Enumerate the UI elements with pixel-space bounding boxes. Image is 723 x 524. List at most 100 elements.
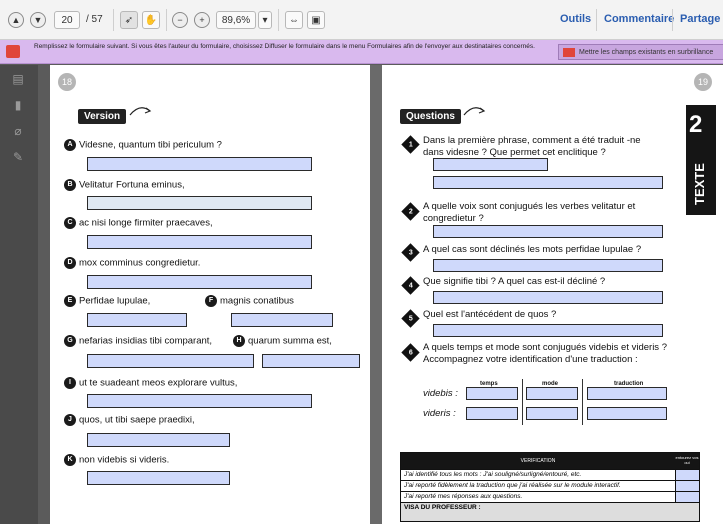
separator: [278, 9, 279, 31]
fit-width-icon[interactable]: ⇔: [285, 11, 303, 29]
zoom-input[interactable]: 89,6%: [216, 11, 256, 29]
page-number: 18: [58, 73, 76, 91]
answer-field-c[interactable]: [87, 235, 312, 249]
attachment-icon[interactable]: ⌀: [11, 125, 25, 137]
letter-i: I: [64, 377, 76, 389]
highlight-fields-button[interactable]: Mettre les champs existants en surbrilla…: [558, 44, 723, 60]
answer-field-f[interactable]: [231, 313, 333, 327]
latin-text: non videbis si videris.: [79, 454, 170, 466]
answer-field-q3[interactable]: [433, 259, 663, 272]
videbis-mode-field[interactable]: [526, 387, 578, 400]
page-current: 20: [61, 14, 73, 26]
answer-field-k[interactable]: [87, 471, 230, 485]
zoom-value: 89,6%: [221, 14, 251, 26]
left-page: 18 Version A Videsne, quantum tibi pericu…: [50, 65, 370, 524]
verif-checkbox[interactable]: [675, 469, 699, 480]
verif-checkbox[interactable]: [675, 480, 699, 491]
question-6: A quels temps et mode sont conjugués vid…: [423, 342, 667, 365]
pages-thumbnail-icon[interactable]: ▤: [11, 73, 25, 85]
separator: [166, 9, 167, 31]
texte-number: 2: [689, 111, 703, 138]
version-item-b: B Velitatur Fortuna eminus,: [64, 179, 185, 192]
page-total: / 57: [86, 14, 103, 25]
page-number-input[interactable]: 20: [54, 11, 80, 29]
separator: [596, 9, 597, 31]
question-4: Que signifie tibi ? A quel cas est-il dé…: [423, 276, 606, 287]
section-label-questions: Questions: [400, 109, 461, 124]
page-number: 19: [694, 73, 712, 91]
question-number-2: 2: [401, 202, 420, 221]
pdf-toolbar: ▲ ▼ 20 / 57 ➶ ✋ − + 89,6% ▾ ⇔ ▣ Outils C…: [0, 0, 723, 40]
answer-field-q2[interactable]: [433, 225, 663, 238]
select-tool-icon[interactable]: ➶: [120, 11, 138, 29]
tools-link[interactable]: Outils: [560, 13, 591, 25]
fit-page-icon[interactable]: ▣: [307, 11, 325, 29]
videris-traduction-field[interactable]: [587, 407, 667, 420]
question-number-1: 1: [401, 135, 420, 154]
answer-field-h[interactable]: [262, 354, 360, 368]
zoom-in-button[interactable]: +: [194, 12, 210, 28]
answer-field-i[interactable]: [87, 394, 312, 408]
row-videris: videris :: [423, 408, 456, 419]
row-videbis: videbis :: [423, 388, 458, 399]
zoom-out-button[interactable]: −: [172, 12, 188, 28]
version-item-h: Hquarum summa est,: [233, 335, 332, 348]
latin-text: ac nisi longe firmiter praecaves,: [79, 217, 213, 229]
videbis-temps-field[interactable]: [466, 387, 518, 400]
verif-row-text: J'ai reporté fidèlement la traduction qu…: [404, 482, 621, 489]
col-divider: [582, 379, 583, 425]
version-item-k: Knon videbis si videris.: [64, 454, 169, 467]
share-link[interactable]: Partage: [680, 13, 720, 25]
videbis-traduction-field[interactable]: [587, 387, 667, 400]
answer-field-q5[interactable]: [433, 324, 663, 337]
notice-text: Remplissez le formulaire suivant. Si vou…: [34, 43, 535, 50]
verif-row: J'ai reporté mes réponses aux questions.: [401, 491, 699, 502]
latin-text: magnis conatibus: [220, 295, 294, 307]
answer-field-g[interactable]: [87, 354, 254, 368]
version-item-g: Gnefarias insidias tibi comparant,: [64, 335, 212, 348]
previous-page-button[interactable]: ▲: [8, 12, 24, 28]
verif-row-text: J'ai reporté mes réponses aux questions.: [404, 493, 523, 500]
latin-text: Perfidae lupulae,: [79, 295, 151, 307]
version-item-e: E Perfidae lupulae,: [64, 295, 150, 308]
answer-field-d[interactable]: [87, 275, 312, 289]
signature-icon[interactable]: ✎: [11, 151, 25, 163]
verif-checkbox[interactable]: [675, 491, 699, 502]
highlight-icon: [563, 48, 575, 57]
videris-temps-field[interactable]: [466, 407, 518, 420]
answer-field-b[interactable]: [87, 196, 312, 210]
latin-text: ut te suadeant meos explorare vultus,: [79, 377, 238, 389]
form-notice-bar: Remplissez le formulaire suivant. Si vou…: [0, 40, 723, 64]
texte-label: TEXTE: [692, 163, 707, 205]
hand-tool-icon[interactable]: ✋: [142, 11, 160, 29]
answer-field-j[interactable]: [87, 433, 230, 447]
comment-link[interactable]: Commentaire: [604, 13, 674, 25]
col-divider: [522, 379, 523, 425]
verif-row: J'ai reporté fidèlement la traduction qu…: [401, 480, 699, 491]
answer-field-q1a[interactable]: [433, 158, 548, 171]
separator: [113, 9, 114, 31]
letter-d: D: [64, 257, 76, 269]
latin-text: mox comminus congredietur.: [79, 257, 201, 269]
zoom-dropdown-icon[interactable]: ▾: [258, 11, 272, 29]
answer-field-q4[interactable]: [433, 291, 663, 304]
question-number-5: 5: [401, 309, 420, 328]
page-gutter: [370, 65, 382, 524]
letter-c: C: [64, 217, 76, 229]
answer-field-a[interactable]: [87, 157, 312, 171]
question-3: A quel cas sont déclinés les mots perfid…: [423, 244, 642, 255]
version-item-d: Dmox comminus congredietur.: [64, 257, 200, 270]
answer-field-q1b[interactable]: [433, 176, 663, 189]
videris-mode-field[interactable]: [526, 407, 578, 420]
letter-a: A: [64, 139, 76, 151]
question-5: Quel est l'antécédent de quos ?: [423, 309, 557, 320]
right-page: 19 Questions 2 TEXTE 1 Dans la première …: [382, 65, 723, 524]
question-number-4: 4: [401, 276, 420, 295]
next-page-button[interactable]: ▼: [30, 12, 46, 28]
answer-field-e[interactable]: [87, 313, 187, 327]
version-item-j: Jquos, ut tibi saepe praedixi,: [64, 414, 195, 427]
separator: [672, 9, 673, 31]
letter-g: G: [64, 335, 76, 347]
bookmark-icon[interactable]: ▮: [11, 99, 25, 111]
latin-text: nefarias insidias tibi comparant,: [79, 335, 213, 347]
